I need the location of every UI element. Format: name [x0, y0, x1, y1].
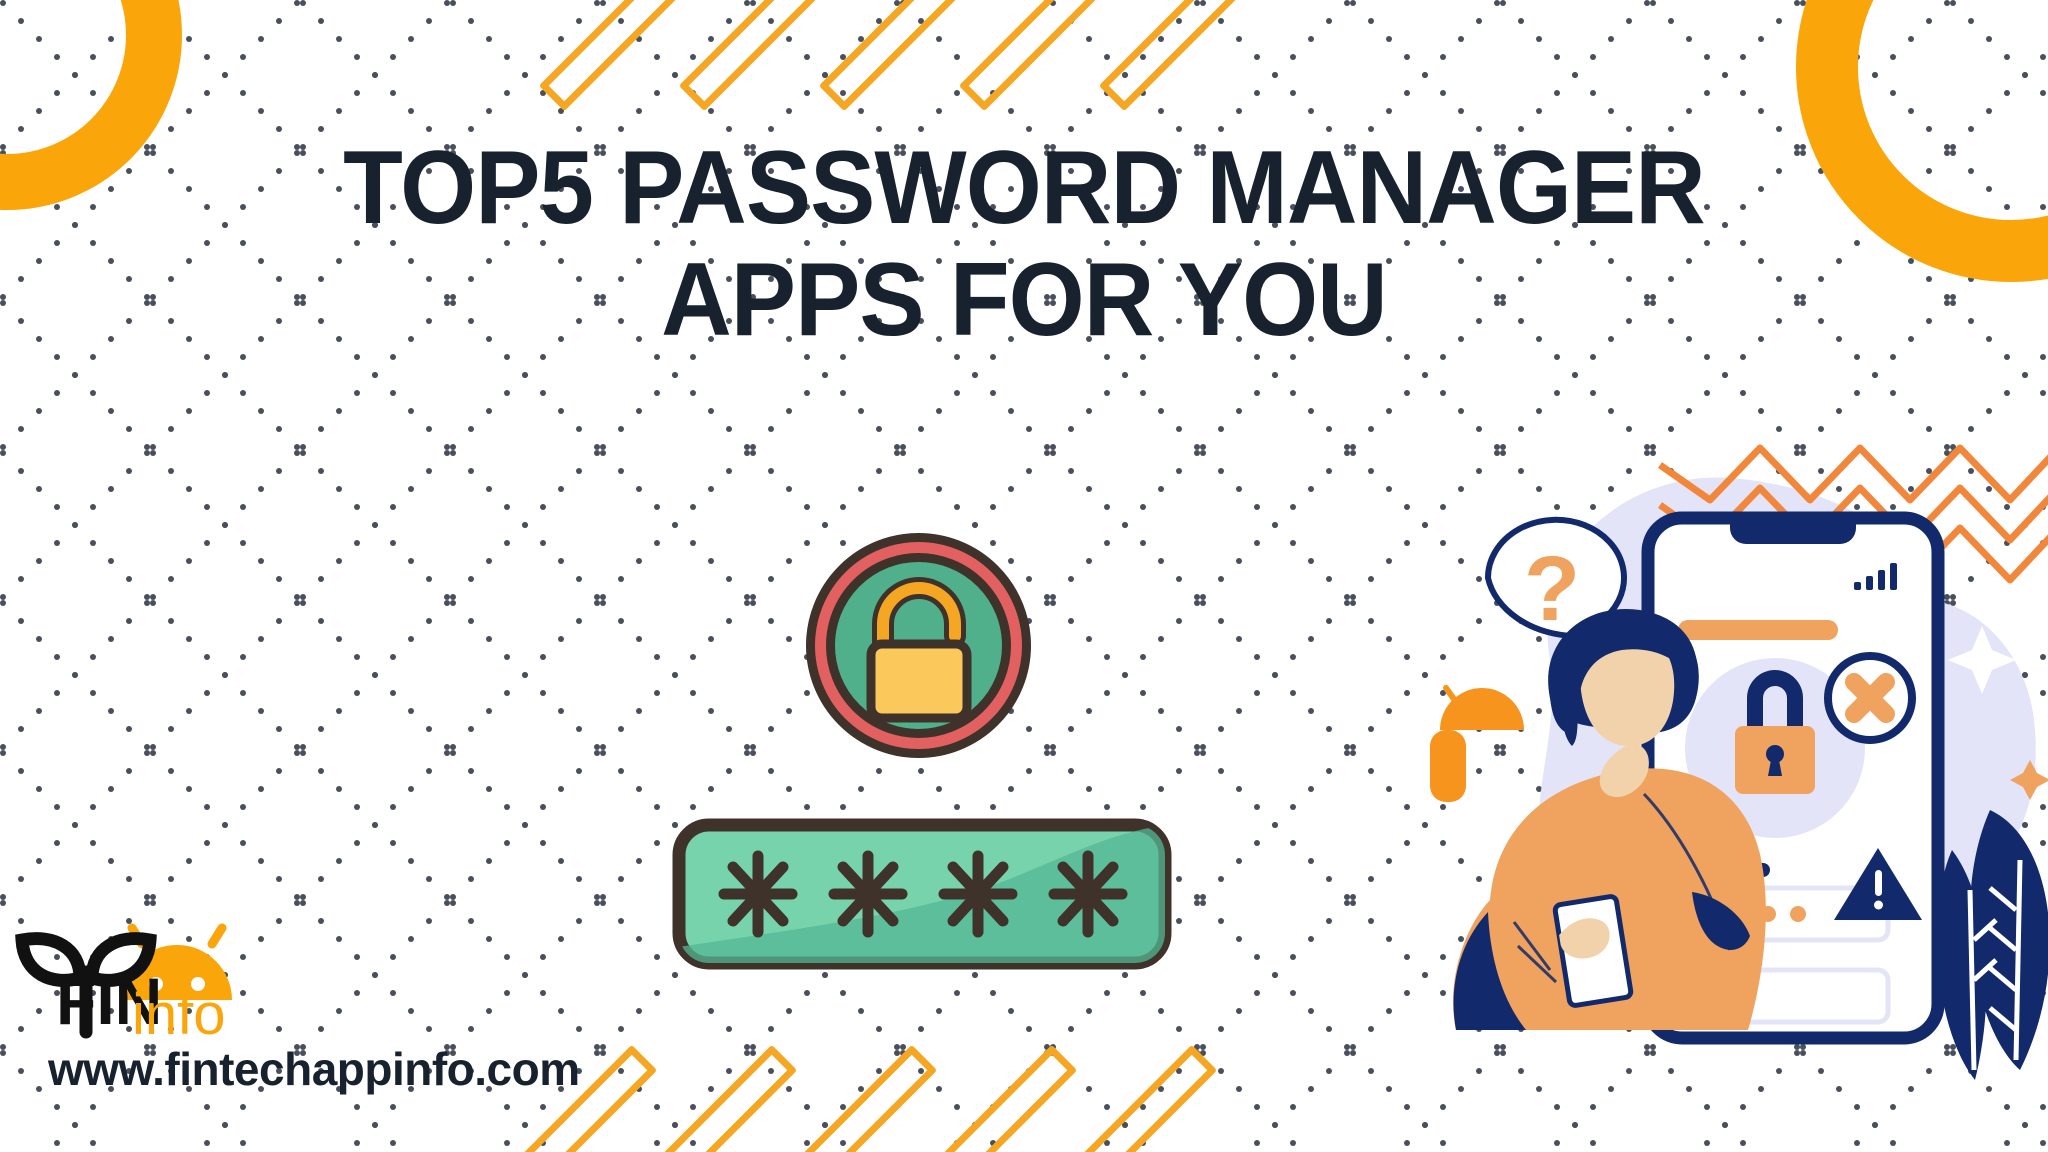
headline-line-2: APPS FOR YOU [661, 242, 1388, 359]
brand-logo-block[interactable]: FIN info www.fintechappinfo.com [10, 900, 580, 1140]
phone-title-bar [1678, 620, 1838, 640]
password-mask-pill[interactable]: **** [672, 818, 1172, 970]
svg-text:?: ? [1524, 538, 1580, 640]
website-url[interactable]: www.fintechappinfo.com [48, 1042, 580, 1096]
android-accent-icon [1430, 685, 1524, 802]
poster-headline: TOP5 PASSWORD MANAGER APPS FOR YOU [61, 132, 1986, 357]
forgot-password-illustration: ? [1430, 430, 2048, 1110]
brand-logo-mark: FIN info [10, 900, 310, 1055]
logo-text-info: info [132, 982, 226, 1047]
headline-line-1: TOP5 PASSWORD MANAGER [343, 130, 1706, 246]
open-padlock-badge [805, 532, 1032, 759]
x-circle-icon [1824, 652, 1916, 744]
phone-notch [1730, 518, 1856, 544]
poster-canvas: TOP5 PASSWORD MANAGER APPS FOR YOU ? FIN… [0, 0, 2048, 1152]
